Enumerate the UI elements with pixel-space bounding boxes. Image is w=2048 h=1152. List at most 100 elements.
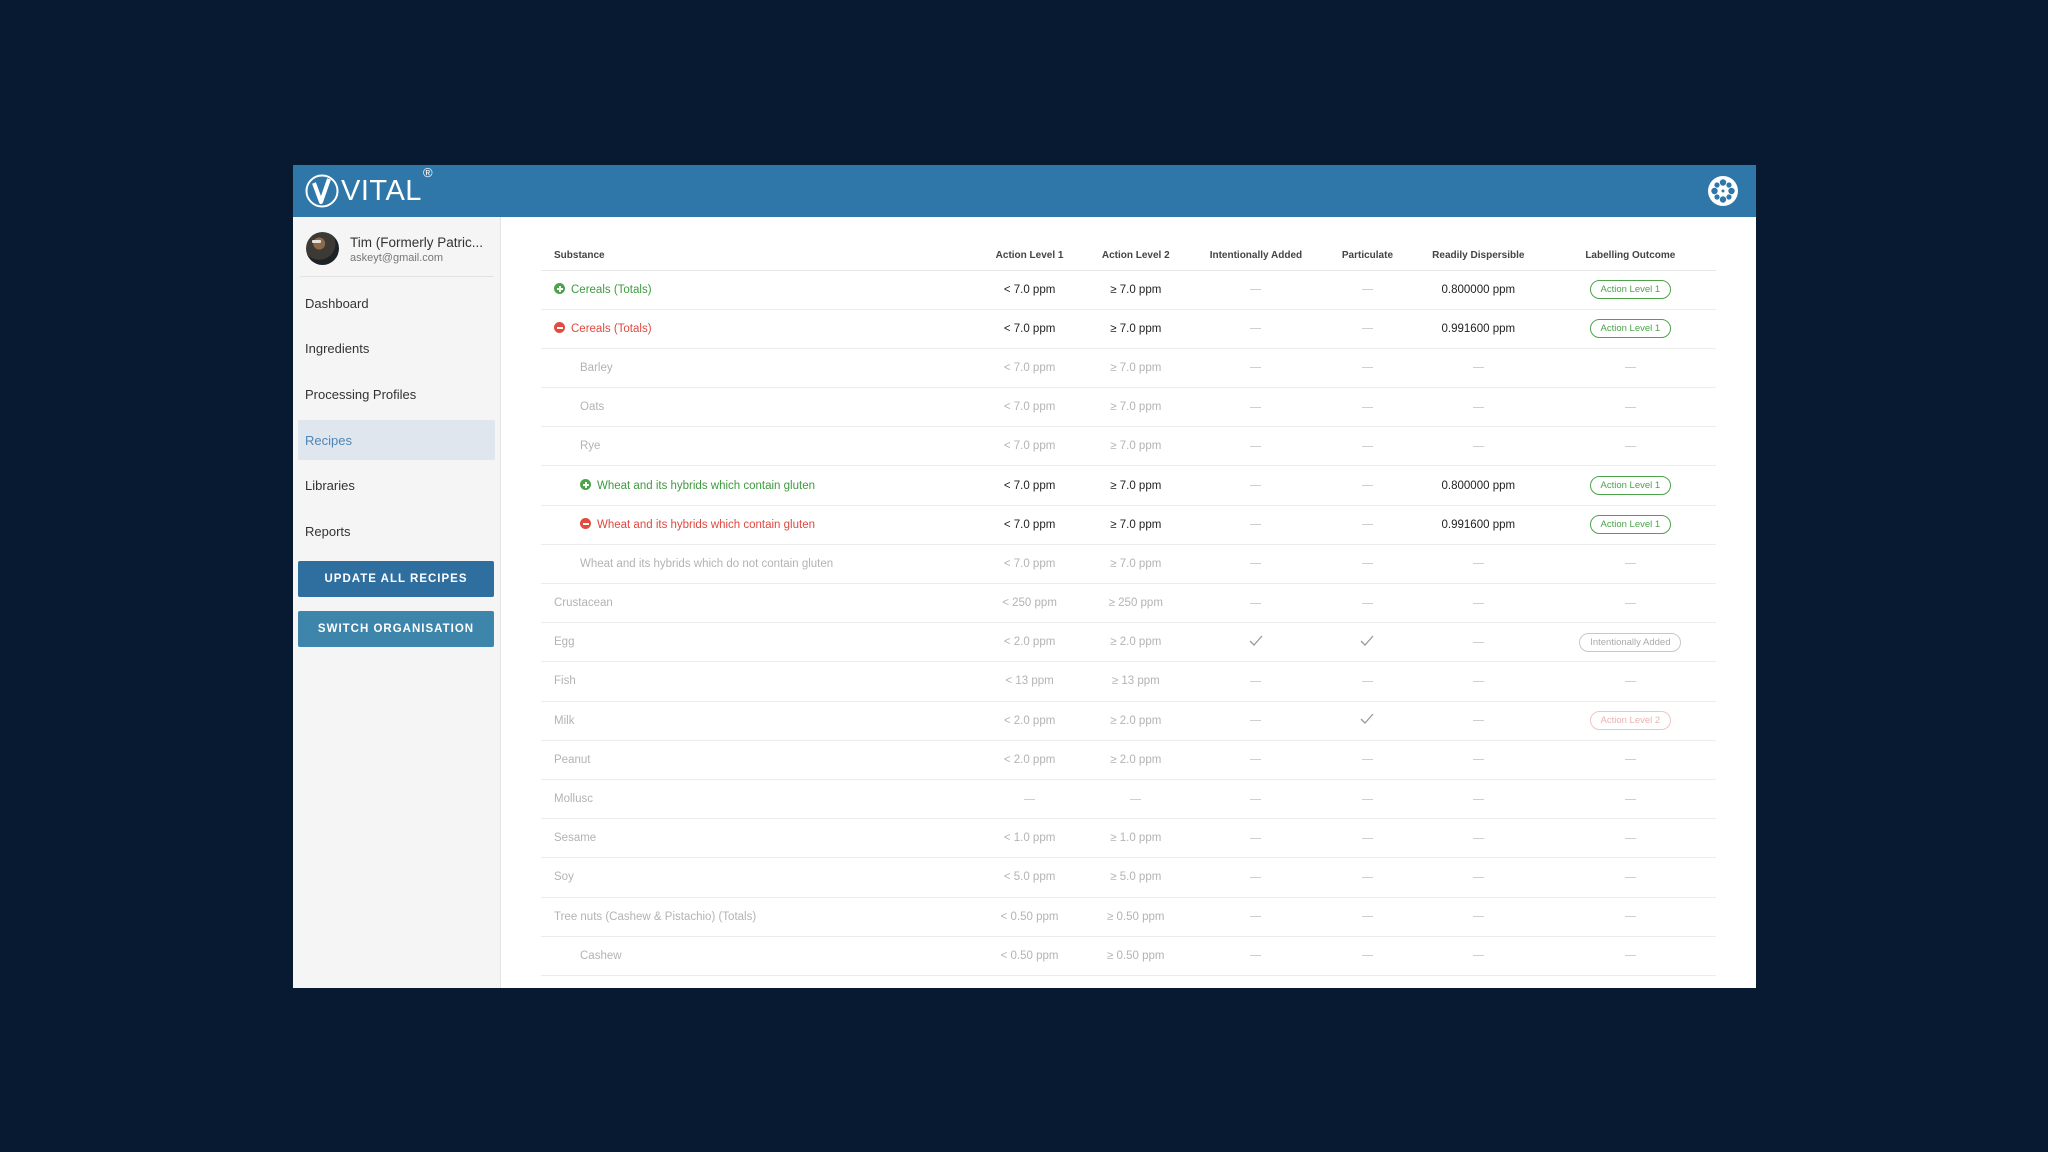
action-level-2-cell: ≥ 2.0 ppm	[1082, 740, 1189, 780]
substance-cell: Crustacean	[541, 583, 977, 624]
sidebar-item-processing-profiles[interactable]: Processing Profiles	[298, 374, 495, 414]
labelling-outcome-cell	[1544, 740, 1716, 780]
table-row[interactable]: Barley < 7.0 ppm ≥ 7.0 ppm	[541, 348, 1716, 389]
empty-dash	[1361, 602, 1373, 604]
avatar	[306, 232, 339, 265]
empty-dash	[1250, 837, 1262, 839]
table-row[interactable]: Fish < 13 ppm ≥ 13 ppm	[541, 661, 1716, 702]
table-row[interactable]: Peanut < 2.0 ppm ≥ 2.0 ppm	[541, 740, 1716, 780]
threshold-value: < 7.0 ppm	[1003, 283, 1056, 296]
action-level-1-cell: < 7.0 ppm	[976, 505, 1083, 545]
action-level-2-cell: ≥ 0.50 ppm	[1082, 897, 1189, 937]
readily-dispersible-cell	[1411, 857, 1545, 898]
user-profile[interactable]: Tim (Formerly Patric... askeyt@gmail.com	[300, 227, 494, 277]
checkmark-icon	[1249, 635, 1263, 646]
sidebar-item-recipes[interactable]: Recipes	[298, 420, 495, 461]
empty-dash	[1624, 563, 1636, 565]
action-level-1-cell: < 250 ppm	[976, 583, 1083, 624]
labelling-outcome-cell	[1544, 897, 1716, 937]
action-level-2-cell: ≥ 2.0 ppm	[1082, 622, 1189, 663]
table-row[interactable]: Cashew < 0.50 ppm ≥ 0.50 ppm	[541, 936, 1716, 976]
empty-dash	[1250, 445, 1262, 447]
particulate-cell	[1322, 622, 1412, 663]
outcome-badge: Action Level 1	[1589, 280, 1672, 300]
table-row[interactable]: Wheat and its hybrids which contain glut…	[541, 505, 1716, 545]
plus-circle-icon[interactable]	[580, 479, 591, 491]
threshold-value: ≥ 7.0 ppm	[1110, 401, 1162, 414]
action-level-2-cell: ≥ 7.0 ppm	[1082, 309, 1189, 349]
table-row[interactable]: Milk < 2.0 ppm ≥ 2.0 ppm Action Level 2	[541, 701, 1716, 741]
col-intentionally-added[interactable]: Intentionally Added	[1188, 242, 1323, 271]
table-row[interactable]: Wheat and its hybrids which do not conta…	[541, 544, 1716, 585]
settings-button[interactable]	[1706, 174, 1740, 208]
vital-check-icon	[305, 174, 339, 208]
empty-dash	[1624, 955, 1636, 957]
table-header-row: Substance Action Level 1 Action Level 2 …	[541, 242, 1716, 271]
particulate-cell	[1322, 505, 1412, 545]
table-row[interactable]: Sesame < 1.0 ppm ≥ 1.0 ppm	[541, 818, 1716, 859]
intentional-cell	[1188, 622, 1323, 663]
threshold-value: < 0.50 ppm	[1000, 949, 1059, 962]
plus-circle-icon[interactable]	[554, 283, 565, 295]
table-row[interactable]: Egg < 2.0 ppm ≥ 2.0 ppm Intentionally Added	[541, 622, 1716, 663]
threshold-value: < 7.0 ppm	[1003, 401, 1056, 414]
sidebar-item-reports[interactable]: Reports	[298, 511, 495, 551]
action-level-2-cell: ≥ 7.0 ppm	[1082, 426, 1189, 467]
vital-logo[interactable]: VITAL®	[305, 165, 433, 211]
intentional-cell	[1188, 309, 1323, 349]
particulate-cell	[1322, 857, 1412, 898]
col-particulate[interactable]: Particulate	[1322, 242, 1412, 271]
action-level-2-cell: ≥ 7.0 ppm	[1082, 544, 1189, 585]
empty-dash	[1024, 798, 1036, 800]
switch-organisation-button[interactable]: SWITCH ORGANISATION	[298, 611, 494, 647]
table-row[interactable]: Cereals (Totals) < 7.0 ppm ≥ 7.0 ppm 0.9916…	[541, 309, 1716, 349]
particulate-cell	[1322, 426, 1412, 467]
action-level-2-cell: ≥ 7.0 ppm	[1082, 387, 1189, 428]
dispersible-value: 0.991600 ppm	[1441, 322, 1516, 335]
empty-dash	[1624, 759, 1636, 761]
table-row[interactable]: Oats < 7.0 ppm ≥ 7.0 ppm	[541, 387, 1716, 428]
action-level-1-cell	[976, 779, 1083, 820]
empty-dash	[1130, 798, 1142, 800]
readily-dispersible-cell	[1411, 544, 1545, 585]
empty-dash	[1250, 485, 1262, 486]
threshold-value: < 250 ppm	[1002, 597, 1057, 610]
readily-dispersible-cell	[1411, 818, 1545, 859]
col-action-level-2[interactable]: Action Level 2	[1082, 242, 1189, 271]
minus-circle-icon[interactable]	[554, 322, 565, 334]
table-row[interactable]: Crustacean < 250 ppm ≥ 250 ppm	[541, 583, 1716, 624]
col-readily-dispersible[interactable]: Readily Dispersible	[1411, 242, 1545, 271]
col-action-level-1[interactable]: Action Level 1	[976, 242, 1083, 271]
table-row[interactable]: Cereals (Totals) < 7.0 ppm ≥ 7.0 ppm 0.8000…	[541, 270, 1716, 310]
update-all-recipes-button[interactable]: UPDATE ALL RECIPES	[298, 561, 494, 597]
table-row[interactable]: Mollusc	[541, 779, 1716, 820]
particulate-cell	[1322, 387, 1412, 428]
threshold-value: < 2.0 ppm	[1003, 636, 1056, 649]
action-level-2-cell: ≥ 250 ppm	[1082, 583, 1189, 624]
col-labelling-outcome[interactable]: Labelling Outcome	[1544, 242, 1716, 271]
substance-name: Tree nuts (Cashew & Pistachio) (Totals)	[554, 910, 757, 923]
particulate-cell	[1322, 661, 1412, 702]
empty-dash	[1250, 876, 1262, 878]
sidebar-item-ingredients[interactable]: Ingredients	[298, 329, 495, 369]
readily-dispersible-cell	[1411, 583, 1545, 624]
col-substance[interactable]: Substance	[541, 242, 977, 271]
empty-dash	[1250, 759, 1262, 761]
table-row[interactable]: Soy < 5.0 ppm ≥ 5.0 ppm	[541, 857, 1716, 898]
minus-circle-icon[interactable]	[580, 518, 591, 530]
sidebar-item-libraries[interactable]: Libraries	[298, 466, 495, 506]
app-window: VITAL® Tim (Formerly Patric... askeyt@gm…	[293, 165, 1756, 988]
sidebar-item-dashboard[interactable]: Dashboard	[298, 283, 495, 323]
table-row[interactable]: Rye < 7.0 ppm ≥ 7.0 ppm	[541, 426, 1716, 467]
labelling-outcome-cell	[1544, 936, 1716, 976]
table-row[interactable]: Tree nuts (Cashew & Pistachio) (Totals) <…	[541, 897, 1716, 937]
threshold-value: ≥ 2.0 ppm	[1110, 714, 1162, 727]
action-level-1-cell: < 2.0 ppm	[976, 740, 1083, 780]
threshold-value: < 2.0 ppm	[1003, 714, 1056, 727]
action-level-1-cell: < 7.0 ppm	[976, 348, 1083, 389]
readily-dispersible-cell	[1411, 740, 1545, 780]
dispersible-value: 0.800000 ppm	[1441, 479, 1516, 492]
empty-dash	[1250, 367, 1262, 369]
table-row[interactable]: Wheat and its hybrids which contain glut…	[541, 465, 1716, 506]
threshold-value: < 7.0 ppm	[1003, 557, 1056, 570]
